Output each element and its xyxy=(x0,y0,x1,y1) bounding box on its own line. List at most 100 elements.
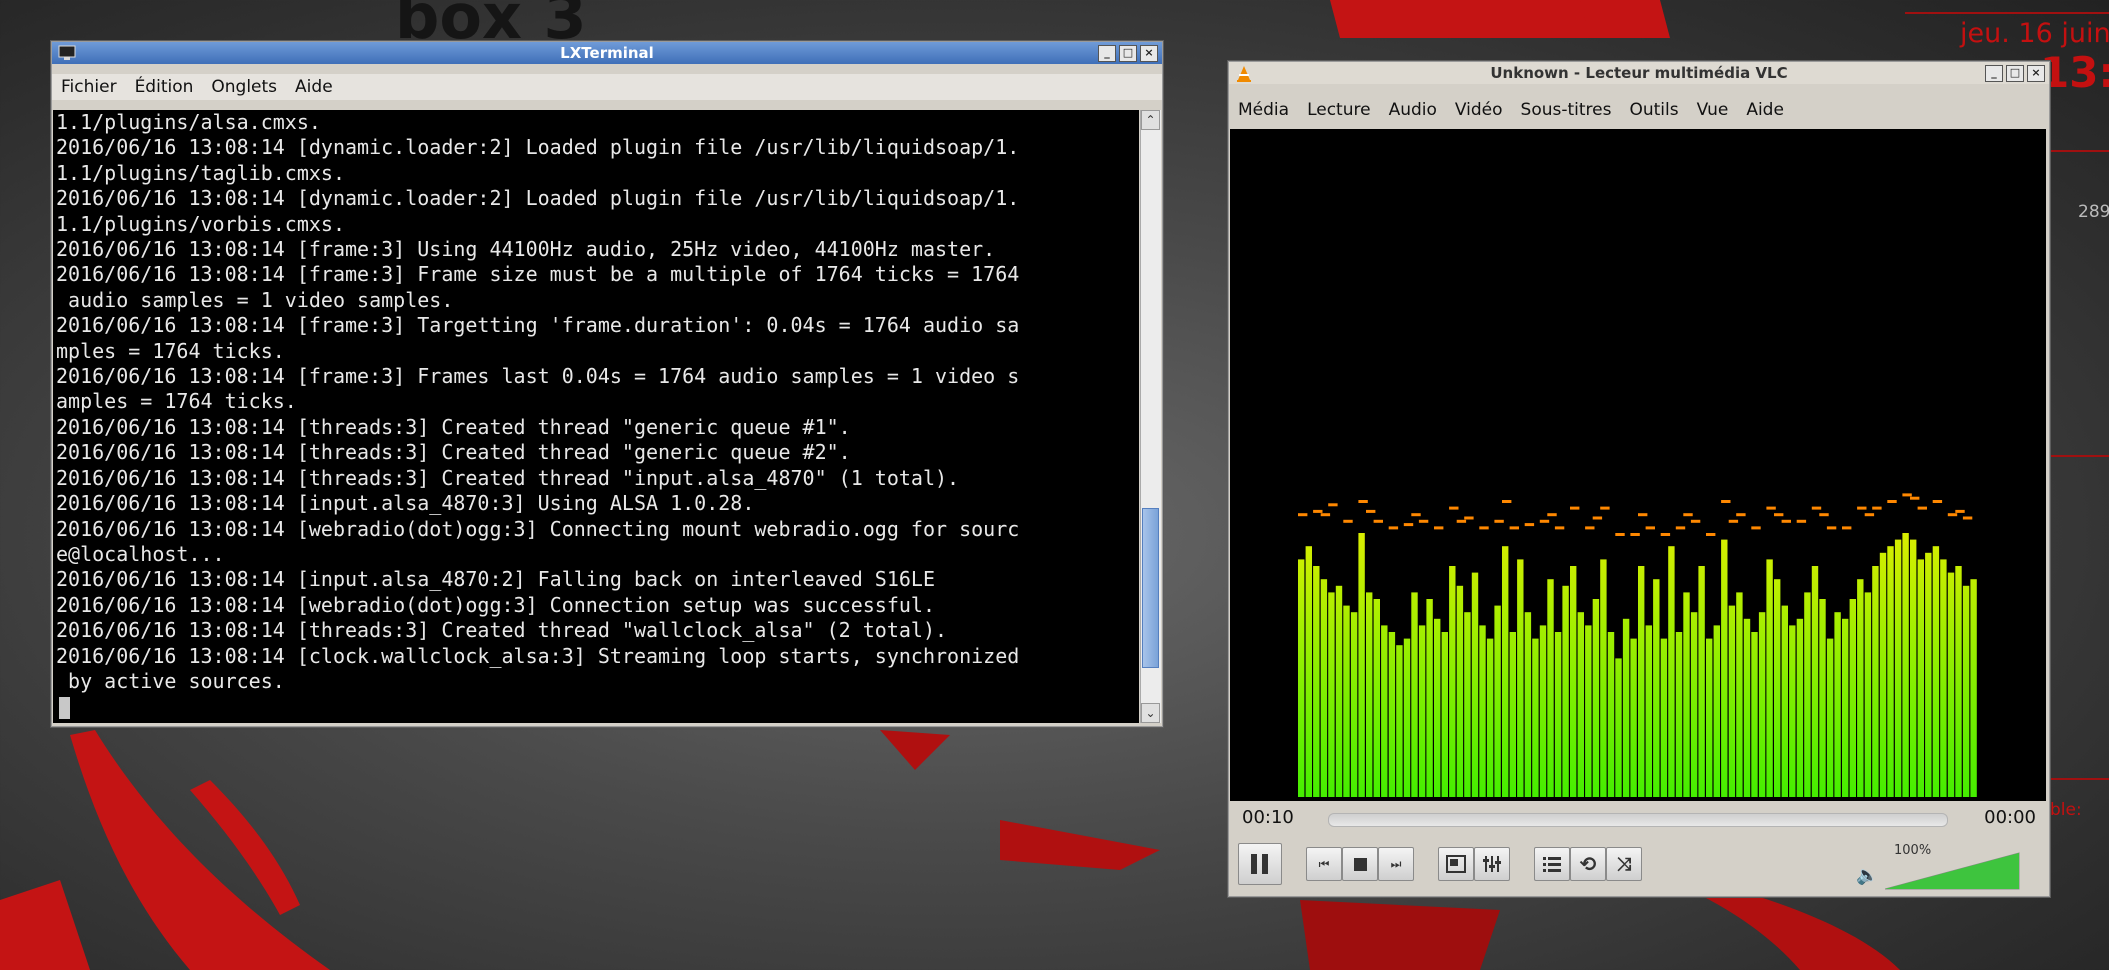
spectrum-bar xyxy=(1947,572,1955,797)
spectrum-peak xyxy=(1917,506,1927,510)
terminal-prompt-line xyxy=(53,694,1139,719)
spectrum-bar xyxy=(1554,632,1562,797)
video-area[interactable] xyxy=(1230,129,2046,863)
spectrum-bar xyxy=(1758,612,1766,797)
previous-button[interactable]: ⏮ xyxy=(1306,847,1342,881)
close-icon[interactable]: × xyxy=(2027,65,2045,82)
menu-outils[interactable]: Outils xyxy=(1620,100,1687,120)
menu-aide[interactable]: Aide xyxy=(1737,100,1793,120)
spectrum-bar xyxy=(1713,625,1720,797)
seek-slider[interactable] xyxy=(1328,813,1948,827)
spectrum-bar xyxy=(1638,566,1645,797)
spectrum-peak xyxy=(1811,506,1822,510)
menu-aide[interactable]: Aide xyxy=(286,77,342,97)
spectrum-bar xyxy=(1660,638,1668,797)
spectrum-bar xyxy=(1328,592,1335,797)
spectrum-peak xyxy=(1645,526,1655,530)
spectrum-peak xyxy=(1600,506,1610,510)
playlist-button[interactable] xyxy=(1534,847,1570,881)
spectrum-bar xyxy=(1358,533,1365,797)
spectrum-bar xyxy=(1426,599,1433,797)
spectrum-peak xyxy=(1857,506,1867,510)
terminal-window[interactable]: LXTerminal _ □ × Fichier Édition Onglets… xyxy=(50,40,1164,728)
spectrum-bar xyxy=(1925,552,1932,797)
terminal-output[interactable]: 1.1/plugins/alsa.cmxs. 2016/06/16 13:08:… xyxy=(53,110,1139,723)
menu-media[interactable]: Média xyxy=(1229,100,1298,120)
spectrum-peak xyxy=(1819,513,1829,517)
spectrum-bar xyxy=(1728,605,1736,797)
menu-lecture[interactable]: Lecture xyxy=(1298,100,1380,120)
spectrum-bar xyxy=(1721,539,1728,797)
vlc-titlebar[interactable]: Unknown - Lecteur multimédia VLC _ □ × xyxy=(1229,62,2049,84)
menu-fichier[interactable]: Fichier xyxy=(52,77,126,97)
shuffle-button[interactable]: ⤨ xyxy=(1606,847,1642,881)
volume-slider[interactable] xyxy=(1885,851,2025,891)
spectrum-peak xyxy=(1766,506,1776,510)
spectrum-peak xyxy=(1638,513,1648,517)
menu-sous-titres[interactable]: Sous-titres xyxy=(1512,100,1621,120)
pause-icon xyxy=(1251,854,1268,874)
scrollbar-thumb[interactable] xyxy=(1142,508,1159,668)
spectrum-bar xyxy=(1502,546,1509,797)
spectrum-bar xyxy=(1486,638,1494,797)
spectrum-peak xyxy=(1585,526,1595,530)
spectrum-peak xyxy=(1479,526,1489,530)
terminal-titlebar[interactable]: LXTerminal _ □ × xyxy=(52,42,1162,64)
spectrum-bar xyxy=(1547,579,1554,797)
vlc-window[interactable]: Unknown - Lecteur multimédia VLC _ □ × M… xyxy=(1227,60,2051,898)
spectrum-bar xyxy=(1683,592,1690,797)
terminal-line: amples = 1764 ticks. xyxy=(56,389,297,414)
spectrum-bar xyxy=(1411,592,1418,797)
loop-button[interactable]: ⟲ xyxy=(1570,847,1606,881)
spectrum-peak xyxy=(1910,496,1920,500)
terminal-scrollbar[interactable]: ⌃ ⌄ xyxy=(1140,110,1161,723)
minimize-icon[interactable]: _ xyxy=(1985,65,2003,82)
minimize-icon[interactable]: _ xyxy=(1098,45,1116,62)
spectrum-peak xyxy=(1366,509,1376,513)
vlc-cone-icon[interactable] xyxy=(1235,65,1253,87)
next-button[interactable]: ⏭ xyxy=(1378,847,1414,881)
spectrum-bar xyxy=(1366,592,1373,797)
spectrum-peak xyxy=(1328,503,1338,507)
terminal-app-icon[interactable] xyxy=(58,45,76,65)
conky-divider xyxy=(2050,778,2109,780)
pause-button[interactable] xyxy=(1238,843,1282,885)
spectrum-peak xyxy=(1298,513,1308,517)
spectrum-peak xyxy=(1539,519,1550,523)
fullscreen-button[interactable] xyxy=(1438,847,1474,881)
spectrum-peak xyxy=(1962,516,1973,520)
close-icon[interactable]: × xyxy=(1140,45,1158,62)
spectrum-peak xyxy=(1690,519,1701,523)
spectrum-peak xyxy=(1721,500,1731,503)
spectrum-bar xyxy=(1804,592,1811,797)
menu-video[interactable]: Vidéo xyxy=(1446,100,1512,120)
terminal-line: 2016/06/16 13:08:14 [frame:3] Frame size… xyxy=(56,262,1020,287)
spectrum-bar xyxy=(1910,539,1917,797)
spectrum-bar xyxy=(1872,566,1879,797)
spectrum-peak xyxy=(1358,500,1368,503)
terminal-menubar: Fichier Édition Onglets Aide xyxy=(52,74,1162,100)
scroll-down-icon[interactable]: ⌄ xyxy=(1141,703,1160,723)
stop-button[interactable] xyxy=(1342,847,1378,881)
spectrum-bar xyxy=(1373,599,1380,797)
menu-edition[interactable]: Édition xyxy=(126,77,203,97)
menu-vue[interactable]: Vue xyxy=(1688,100,1738,120)
maximize-icon[interactable]: □ xyxy=(2006,65,2024,82)
spectrum-bar xyxy=(1698,566,1705,797)
spectrum-bar xyxy=(1789,625,1796,797)
maximize-icon[interactable]: □ xyxy=(1119,45,1137,62)
elapsed-time: 00:10 xyxy=(1242,807,1294,828)
spectrum-bar xyxy=(1668,546,1675,797)
extended-settings-button[interactable] xyxy=(1474,847,1510,881)
spectrum-bar xyxy=(1570,566,1577,797)
speaker-icon[interactable]: 🔈 xyxy=(1856,865,1878,886)
spectrum-bar xyxy=(1532,638,1539,797)
spectrum-peak xyxy=(1675,526,1686,530)
spectrum-bar xyxy=(1577,612,1584,797)
scroll-up-icon[interactable]: ⌃ xyxy=(1141,110,1160,130)
previous-icon: ⏮ xyxy=(1318,856,1330,871)
spectrum-bar xyxy=(1706,638,1713,797)
menu-onglets[interactable]: Onglets xyxy=(202,77,286,97)
menu-audio[interactable]: Audio xyxy=(1380,100,1446,120)
spectrum-peak xyxy=(1403,523,1414,527)
